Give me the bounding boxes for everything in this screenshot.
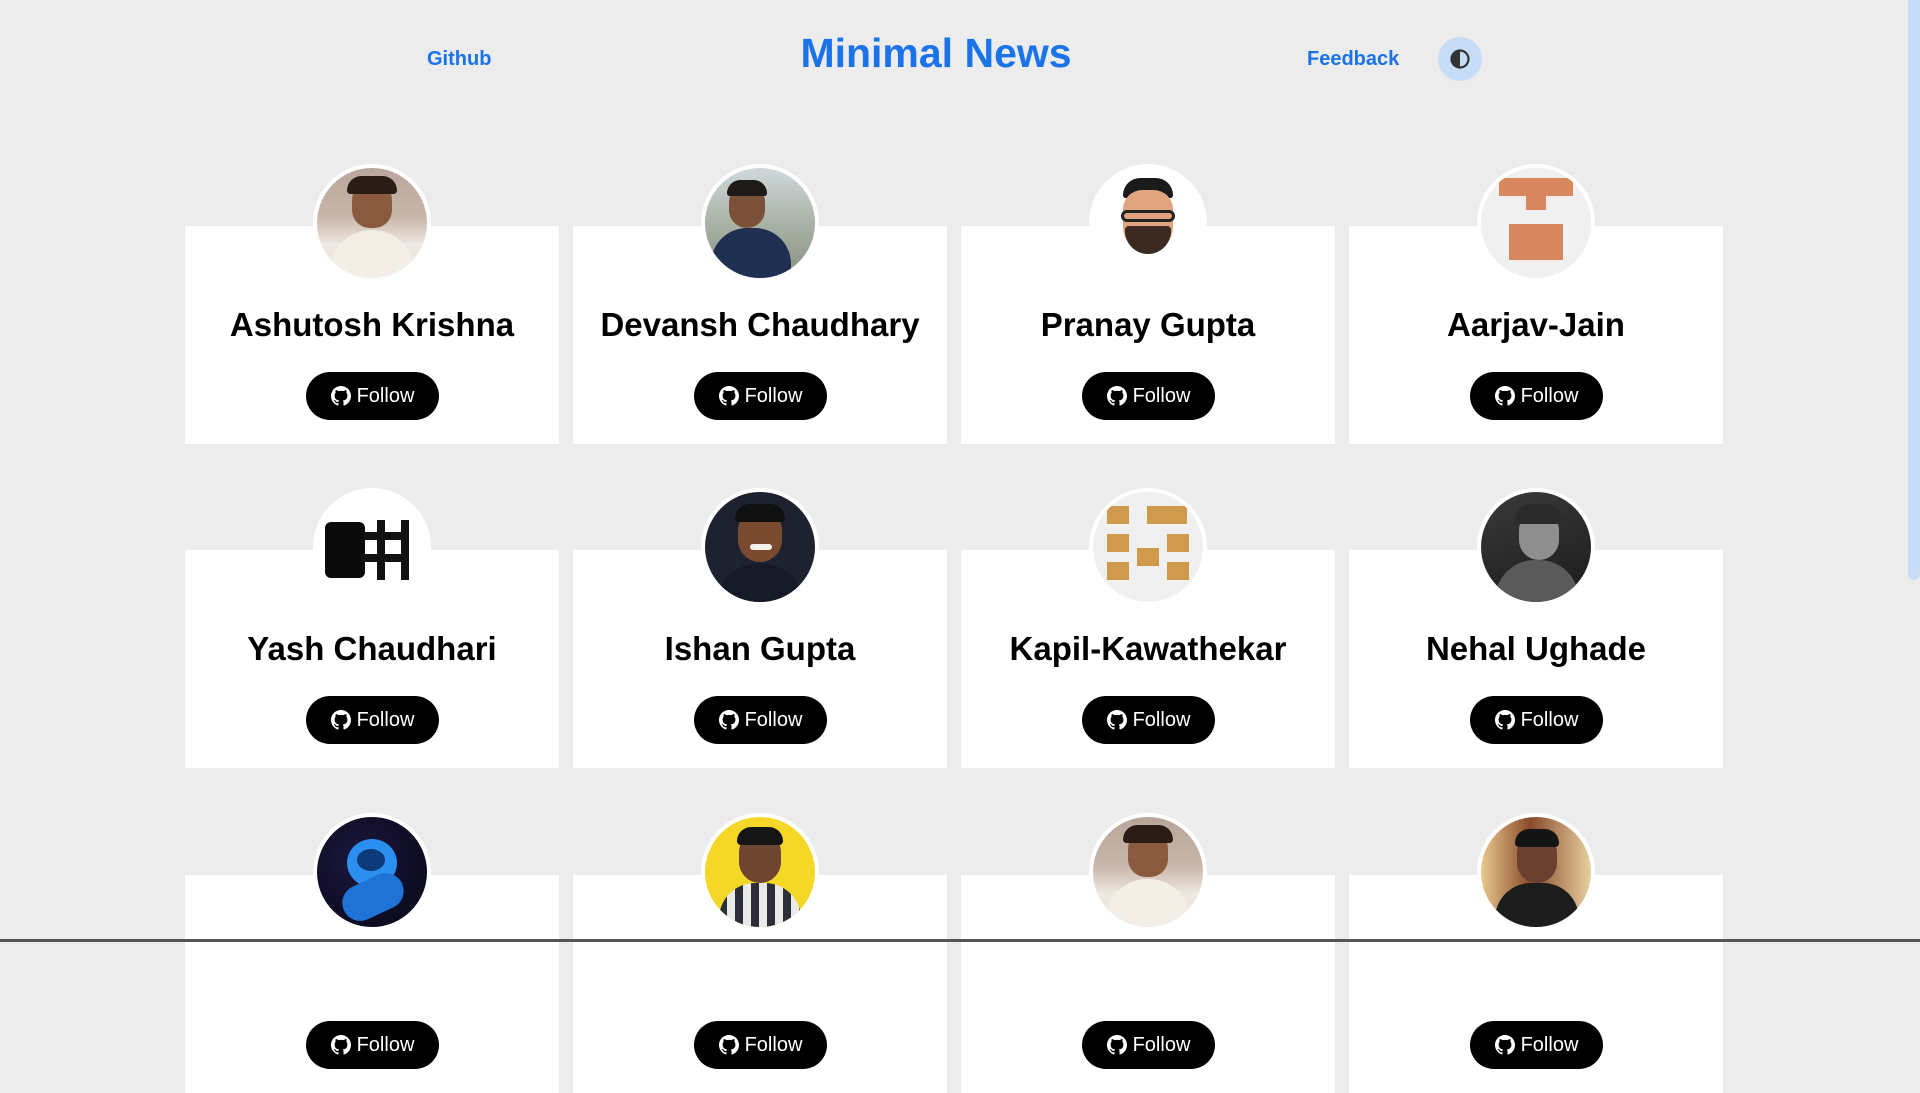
contributor-name: Aarjav-Jain: [1447, 306, 1625, 343]
contributor-name: Pranay Gupta: [1040, 306, 1256, 343]
contributor-card: Yash Chaudhari Follow: [185, 488, 559, 768]
github-icon: [718, 386, 739, 406]
follow-label: Follow: [1520, 708, 1579, 731]
github-icon: [1494, 710, 1515, 730]
follow-button[interactable]: Follow: [1470, 1021, 1603, 1069]
follow-button[interactable]: Follow: [694, 1021, 827, 1069]
contributor-card: Pranay Gupta Follow: [961, 164, 1335, 444]
follow-button[interactable]: Follow: [694, 696, 827, 744]
follow-button[interactable]: Follow: [306, 1021, 439, 1069]
follow-label: Follow: [356, 1033, 415, 1056]
avatar[interactable]: [1477, 164, 1595, 282]
github-icon: [330, 1035, 351, 1055]
scrollbar-thumb[interactable]: [1908, 0, 1920, 580]
follow-label: Follow: [1132, 708, 1191, 731]
contributor-card: Ishan Gupta Follow: [573, 488, 947, 768]
follow-button[interactable]: Follow: [1470, 372, 1603, 420]
github-icon: [1106, 710, 1127, 730]
follow-label: Follow: [1132, 384, 1191, 407]
follow-label: Follow: [744, 384, 803, 407]
contributor-card: Ashutosh Krishna Follow: [185, 164, 559, 444]
follow-label: Follow: [356, 708, 415, 731]
github-icon: [330, 386, 351, 406]
github-icon: [1494, 1035, 1515, 1055]
follow-button[interactable]: Follow: [1082, 1021, 1215, 1069]
contributor-name: Ashutosh Krishna: [229, 306, 515, 343]
avatar[interactable]: [701, 488, 819, 606]
follow-label: Follow: [1132, 1033, 1191, 1056]
avatar[interactable]: [1477, 813, 1595, 931]
feedback-link[interactable]: Feedback: [1307, 48, 1399, 71]
follow-button[interactable]: Follow: [694, 372, 827, 420]
follow-label: Follow: [1520, 384, 1579, 407]
follow-button[interactable]: Follow: [1082, 372, 1215, 420]
avatar[interactable]: [701, 164, 819, 282]
contributor-card: Follow: [573, 813, 947, 1093]
github-icon: [718, 710, 739, 730]
contributor-card: Follow: [1349, 813, 1723, 1093]
github-icon: [1106, 1035, 1127, 1055]
follow-button[interactable]: Follow: [1470, 696, 1603, 744]
contributor-card: Follow: [185, 813, 559, 1093]
contributor-card: Kapil-Kawathekar Follow: [961, 488, 1335, 768]
contributor-name: Nehal Ughade: [1425, 630, 1647, 667]
contributor-card: Aarjav-Jain Follow: [1349, 164, 1723, 444]
contributor-name: Devansh Chaudhary: [600, 306, 920, 343]
contributor-name: Kapil-Kawathekar: [1009, 630, 1287, 667]
avatar[interactable]: [313, 488, 431, 606]
follow-label: Follow: [1520, 1033, 1579, 1056]
theme-toggle-button[interactable]: [1438, 37, 1482, 81]
avatar[interactable]: [313, 813, 431, 931]
avatar[interactable]: [1089, 164, 1207, 282]
follow-label: Follow: [744, 708, 803, 731]
avatar[interactable]: [1089, 488, 1207, 606]
avatar[interactable]: [701, 813, 819, 931]
contrast-icon: [1450, 49, 1470, 69]
github-icon: [330, 710, 351, 730]
contributor-card: Nehal Ughade Follow: [1349, 488, 1723, 768]
scrollbar-track[interactable]: [1908, 0, 1920, 942]
follow-button[interactable]: Follow: [306, 372, 439, 420]
follow-button[interactable]: Follow: [1082, 696, 1215, 744]
contributor-name: Yash Chaudhari: [247, 630, 497, 667]
follow-button[interactable]: Follow: [306, 696, 439, 744]
avatar[interactable]: [1089, 813, 1207, 931]
github-icon: [1494, 386, 1515, 406]
contributor-card: Devansh Chaudhary Follow: [573, 164, 947, 444]
site-title[interactable]: Minimal News: [0, 30, 1872, 77]
contributor-card: Follow: [961, 813, 1335, 1093]
follow-label: Follow: [744, 1033, 803, 1056]
follow-label: Follow: [356, 384, 415, 407]
contributor-name: Ishan Gupta: [664, 630, 856, 667]
site-header: Github Minimal News Feedback: [0, 0, 1900, 110]
github-icon: [1106, 386, 1127, 406]
avatar[interactable]: [313, 164, 431, 282]
github-icon: [718, 1035, 739, 1055]
avatar[interactable]: [1477, 488, 1595, 606]
